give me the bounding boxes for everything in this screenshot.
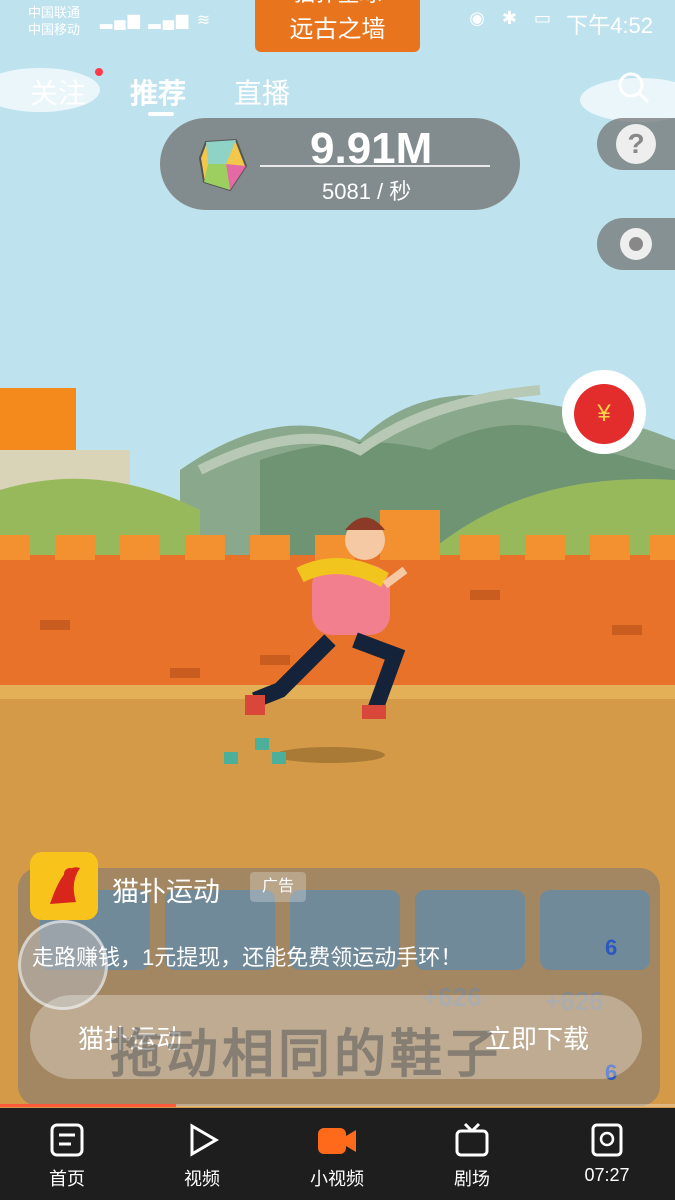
- score-rate: 5081 / 秒: [322, 179, 412, 204]
- tab-underline: [148, 112, 174, 116]
- nav-label: 首页: [49, 1169, 85, 1189]
- question-icon: ?: [616, 124, 656, 164]
- tab-live[interactable]: 直播: [234, 72, 290, 112]
- side-widget[interactable]: [0, 388, 76, 450]
- ad-app-logo[interactable]: [30, 852, 98, 920]
- nav-label: 07:27: [584, 1165, 630, 1185]
- score-divider: [260, 165, 490, 167]
- short-video-icon: [318, 1128, 356, 1154]
- tab-follow[interactable]: 关注: [30, 72, 86, 112]
- bottom-nav: 首页 视频 小视频 剧场 07:27: [0, 1108, 675, 1200]
- banner-line2: 远古之墙: [289, 16, 386, 43]
- progress-fill: [0, 1104, 176, 1107]
- settings-button[interactable]: [597, 218, 675, 270]
- level-number: 6: [605, 935, 618, 960]
- nav-label: 剧场: [454, 1169, 490, 1189]
- mascot-icon: [50, 867, 80, 904]
- ad-description: 走路赚钱，1元提现，还能免费领运动手环！: [32, 945, 463, 970]
- yuan-icon: ¥: [574, 384, 634, 444]
- red-packet-button[interactable]: ¥: [562, 370, 646, 454]
- nav-label: 小视频: [310, 1169, 364, 1189]
- notification-dot: [95, 68, 103, 76]
- gem-icon: [198, 138, 248, 192]
- score-panel: 9.91M 5081 / 秒: [160, 118, 520, 210]
- carrier-2: 中国移动: [28, 22, 81, 37]
- nav-short-video[interactable]: 小视频: [292, 1108, 382, 1200]
- banner-line1: 猫扑星球: [255, 0, 420, 8]
- status-icons: ◉ ✱ ▭: [469, 8, 557, 28]
- signal-icon: ▂▄▆ ▂▄▆ ≋: [100, 12, 213, 29]
- clock-card-icon: [591, 1123, 623, 1157]
- game-title-banner: 猫扑星球 远古之墙: [255, 0, 420, 52]
- shoe-tile: [540, 890, 650, 970]
- nav-label: 视频: [184, 1169, 220, 1189]
- game-overlay-text: 拖动相同的鞋子: [110, 1026, 503, 1084]
- nav-video[interactable]: 视频: [157, 1108, 247, 1200]
- nav-theater[interactable]: 剧场: [427, 1108, 517, 1200]
- gear-icon: [620, 228, 652, 260]
- carrier-1: 中国联通: [28, 5, 81, 20]
- video-progress[interactable]: [0, 1104, 675, 1107]
- ad-app-name[interactable]: 猫扑运动: [112, 870, 220, 909]
- nav-home[interactable]: 首页: [22, 1108, 112, 1200]
- help-button[interactable]: ?: [597, 118, 675, 170]
- play-icon: [190, 1123, 219, 1157]
- search-icon[interactable]: [616, 70, 652, 106]
- ad-tag: 广告: [250, 872, 306, 902]
- nav-timer[interactable]: 07:27: [562, 1108, 652, 1200]
- tab-recommend[interactable]: 推荐: [130, 72, 186, 112]
- top-nav: 关注 推荐 直播: [0, 60, 675, 120]
- tv-icon: [455, 1122, 489, 1157]
- home-icon: [50, 1123, 84, 1157]
- clock: 下午4:52: [566, 13, 653, 38]
